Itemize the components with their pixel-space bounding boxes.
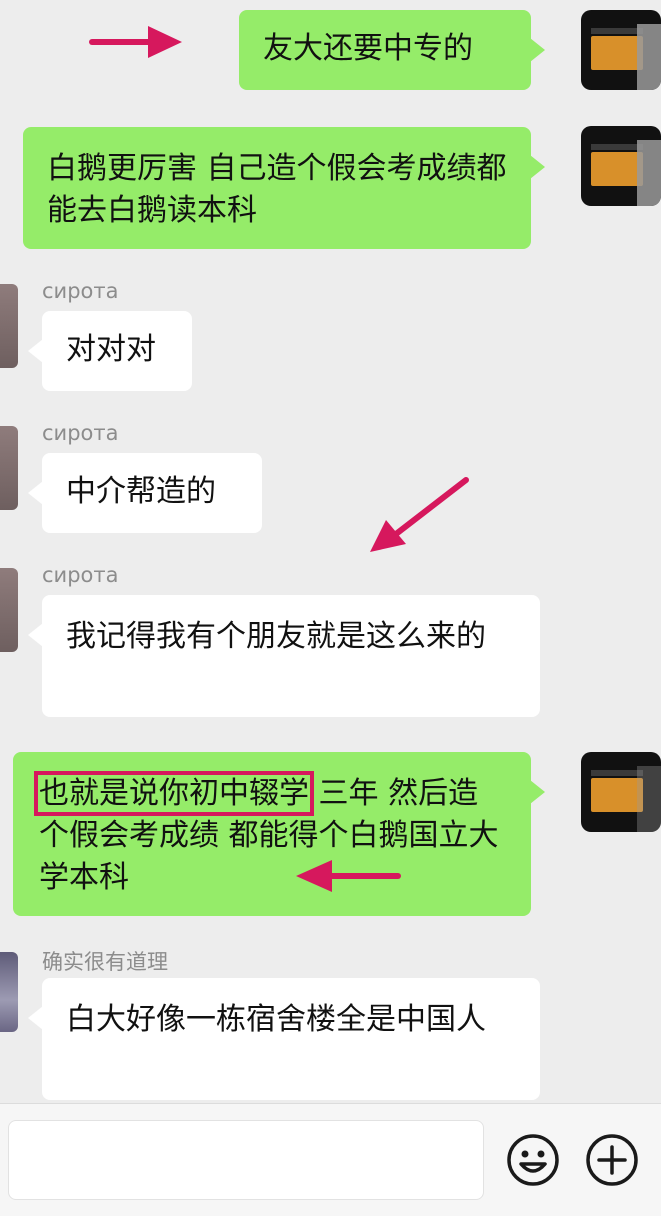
avatar-other[interactable] [0, 426, 18, 510]
chat-input-bar [0, 1103, 661, 1216]
avatar-other[interactable] [0, 284, 18, 368]
highlighted-text: 也就是说你初中辍学 [34, 771, 314, 816]
message-bubble-other[interactable]: 我记得我有个朋友就是这么来的 [28, 595, 540, 717]
smiley-face-icon[interactable] [505, 1132, 561, 1188]
avatar-self[interactable] [581, 10, 661, 90]
avatar-other[interactable] [0, 568, 18, 652]
message-bubble-other[interactable]: 中介帮造的 [28, 453, 262, 533]
avatar-self[interactable] [581, 752, 661, 832]
annotation-arrow-right-icon [89, 26, 182, 58]
message-bubble-self[interactable]: 友大还要中专的 [239, 10, 545, 90]
message-bubble-self[interactable]: 也就是说你初中辍学 三年 然后造个假会考成绩 都能得个白鹅国立大学本科 [13, 752, 545, 916]
plus-circle-icon[interactable] [584, 1132, 640, 1188]
avatar-other[interactable] [0, 952, 18, 1032]
sender-name: сирота [42, 279, 119, 303]
annotation-arrow-down-left-icon [370, 477, 469, 552]
sender-name: 确实很有道理 [42, 950, 168, 974]
message-text: 友大还要中专的 [263, 31, 473, 66]
message-bubble-self[interactable]: 白鹅更厉害 自己造个假会考成绩都能去白鹅读本科 [23, 127, 545, 249]
avatar-self[interactable] [581, 126, 661, 206]
message-text: 我记得我有个朋友就是这么来的 [66, 619, 486, 654]
message-bubble-other[interactable]: 对对对 [28, 311, 192, 391]
message-text: 对对对 [66, 332, 156, 367]
sender-name: сирота [42, 563, 119, 587]
sender-name: сирота [42, 421, 119, 445]
message-text: 白大好像一栋宿舍楼全是中国人 [66, 1002, 486, 1037]
message-text: 中介帮造的 [66, 474, 216, 509]
message-bubble-other[interactable]: 白大好像一栋宿舍楼全是中国人 [28, 978, 540, 1100]
annotation-arrow-left-icon [296, 860, 401, 892]
chat-message-list[interactable]: 友大还要中专的 白鹅更厉害 自己造个假会考成绩都能去白鹅读本科 сирота 对… [0, 0, 661, 1103]
message-text: 白鹅更厉害 自己造个假会考成绩都能去白鹅读本科 [47, 151, 507, 228]
message-input[interactable] [8, 1120, 484, 1200]
